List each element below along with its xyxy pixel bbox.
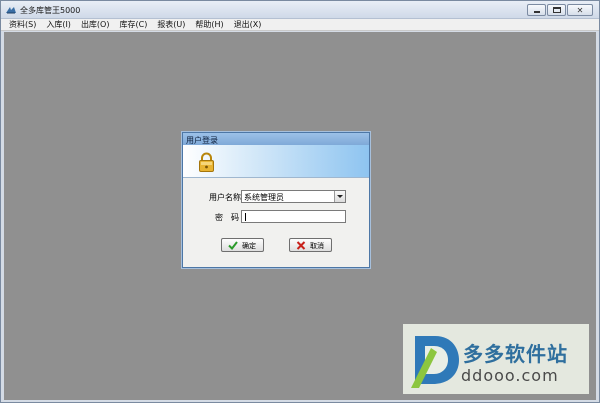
minimize-icon — [534, 11, 540, 13]
lock-icon — [199, 152, 214, 172]
username-value: 系统管理员 — [244, 193, 284, 202]
menu-item-reports[interactable]: 报表(U) — [152, 19, 190, 30]
ok-button-label: 确定 — [242, 242, 256, 250]
cancel-button-label: 取消 — [310, 242, 324, 250]
login-dialog: 用户登录 用户名称 系统管理员 密码 确定 取消 — [182, 132, 370, 268]
close-icon: ✕ — [576, 6, 584, 15]
ok-button[interactable]: 确定 — [221, 238, 264, 252]
username-row: 用户名称 系统管理员 — [183, 190, 369, 204]
ddooo-logo-icon — [411, 336, 459, 388]
login-dialog-titlebar[interactable]: 用户登录 — [183, 133, 369, 145]
watermark: 多多软件站 ddooo.com — [403, 324, 589, 394]
menu-item-stock-out[interactable]: 出库(O) — [76, 19, 115, 30]
login-banner — [183, 145, 369, 178]
menu-item-data[interactable]: 资料(S) — [4, 19, 41, 30]
password-field[interactable] — [241, 210, 346, 223]
x-icon — [296, 241, 306, 250]
watermark-url: ddooo.com — [461, 366, 559, 385]
username-select[interactable]: 系统管理员 — [241, 190, 346, 203]
text-caret — [245, 213, 246, 221]
window-controls: ✕ — [527, 4, 593, 16]
chevron-down-icon[interactable] — [334, 191, 345, 202]
menu-item-help[interactable]: 帮助(H) — [190, 19, 228, 30]
username-label: 用户名称 — [209, 193, 241, 202]
minimize-button[interactable] — [527, 4, 546, 16]
maximize-button[interactable] — [547, 4, 566, 16]
menu-item-stock-in[interactable]: 入库(I) — [41, 19, 76, 30]
checkmark-icon — [228, 241, 238, 250]
window-title: 全多库管王5000 — [20, 6, 81, 15]
maximize-icon — [553, 7, 561, 13]
menu-item-inventory[interactable]: 库存(C) — [114, 19, 152, 30]
password-row: 密码 — [183, 210, 369, 224]
watermark-name: 多多软件站 — [463, 342, 568, 366]
app-logo-icon — [6, 7, 16, 14]
menu-item-exit[interactable]: 退出(X) — [229, 19, 267, 30]
menu-bar: 资料(S) 入库(I) 出库(O) 库存(C) 报表(U) 帮助(H) 退出(X… — [1, 19, 599, 31]
cancel-button[interactable]: 取消 — [289, 238, 332, 252]
title-bar[interactable]: 全多库管王5000 ✕ — [1, 1, 599, 19]
close-button[interactable]: ✕ — [567, 4, 593, 16]
